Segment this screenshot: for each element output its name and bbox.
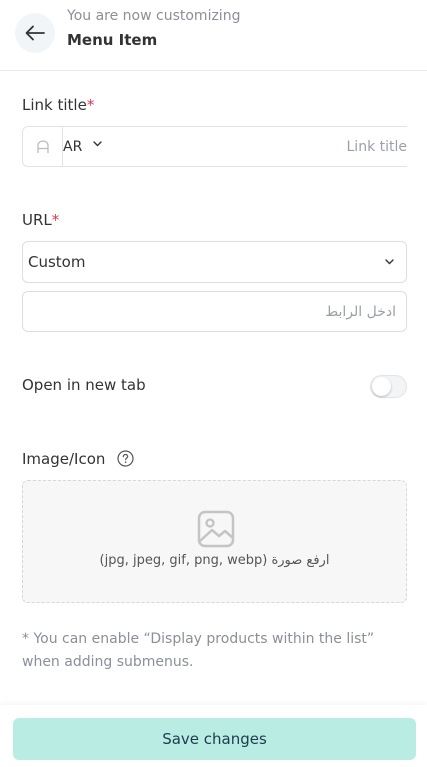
language-select[interactable]: AR <box>62 126 103 167</box>
save-changes-button[interactable]: Save changes <box>13 718 416 760</box>
help-circle-icon[interactable] <box>117 450 134 467</box>
header: You are now customizing Menu Item <box>0 0 427 71</box>
arrow-left-icon <box>25 25 45 41</box>
image-icon-label: Image/Icon <box>22 450 106 468</box>
link-title-label-text: Link title <box>22 96 87 114</box>
image-placeholder-icon <box>197 510 235 548</box>
chevron-down-icon <box>93 140 103 146</box>
required-mark: * <box>86 96 95 114</box>
url-type-select[interactable]: Custom <box>22 241 407 283</box>
language-indicator <box>22 126 62 167</box>
required-mark: * <box>51 211 60 229</box>
submenu-note: * You can enable “Display products withi… <box>22 631 375 670</box>
font-a-icon <box>36 139 49 153</box>
footer: Save changes <box>0 705 427 767</box>
language-code: AR <box>63 138 83 155</box>
header-subtitle: You are now customizing <box>67 8 241 24</box>
upload-hint: ارفع صورة (jpg, jpeg, gif, png, webp) <box>99 553 330 568</box>
chevron-down-icon <box>385 259 394 265</box>
url-input[interactable] <box>22 291 407 332</box>
open-new-tab-label: Open in new tab <box>22 376 146 394</box>
page-title: Menu Item <box>67 31 158 49</box>
toggle-knob <box>372 377 391 396</box>
open-new-tab-toggle[interactable] <box>370 375 407 398</box>
link-title-input[interactable] <box>62 126 407 167</box>
back-button[interactable] <box>15 13 55 53</box>
link-title-label: Link title* <box>22 96 94 114</box>
url-label: URL* <box>22 211 59 229</box>
image-upload-dropzone[interactable]: ارفع صورة (jpg, jpeg, gif, png, webp) <box>22 480 407 603</box>
url-label-text: URL <box>22 211 52 229</box>
url-type-value: Custom <box>28 253 86 271</box>
